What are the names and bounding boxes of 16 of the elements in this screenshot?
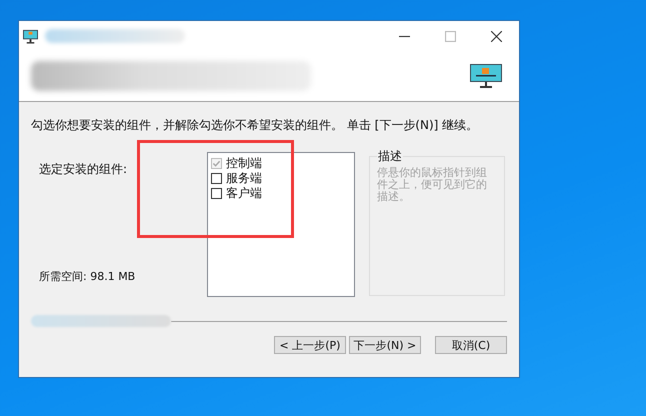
- description-title: 描述: [377, 148, 403, 165]
- close-icon[interactable]: [490, 30, 502, 42]
- monitor-icon: [22, 28, 39, 44]
- component-label: 客户端: [226, 185, 262, 202]
- component-label: 控制端: [226, 155, 262, 172]
- description-text: 停悬你的鼠标指针到组件之上，便可见到它的描述。: [377, 167, 488, 203]
- cancel-button[interactable]: 取消(C): [435, 336, 507, 354]
- monitor-lock-icon: [469, 63, 503, 89]
- space-required-text: 所需空间: 98.1 MB: [39, 269, 136, 284]
- components-label: 选定安装的组件:: [39, 161, 128, 178]
- next-button[interactable]: 下一步(N) >: [349, 336, 421, 354]
- component-label: 服务端: [226, 170, 262, 186]
- instruction-text: 勾选你想要安装的组件，并解除勾选你不希望安装的组件。 单击 [下一步(N)] 继续。: [31, 118, 480, 132]
- checkbox[interactable]: [211, 188, 222, 199]
- back-button[interactable]: < 上一步(P): [274, 336, 346, 354]
- checkbox[interactable]: [211, 173, 222, 184]
